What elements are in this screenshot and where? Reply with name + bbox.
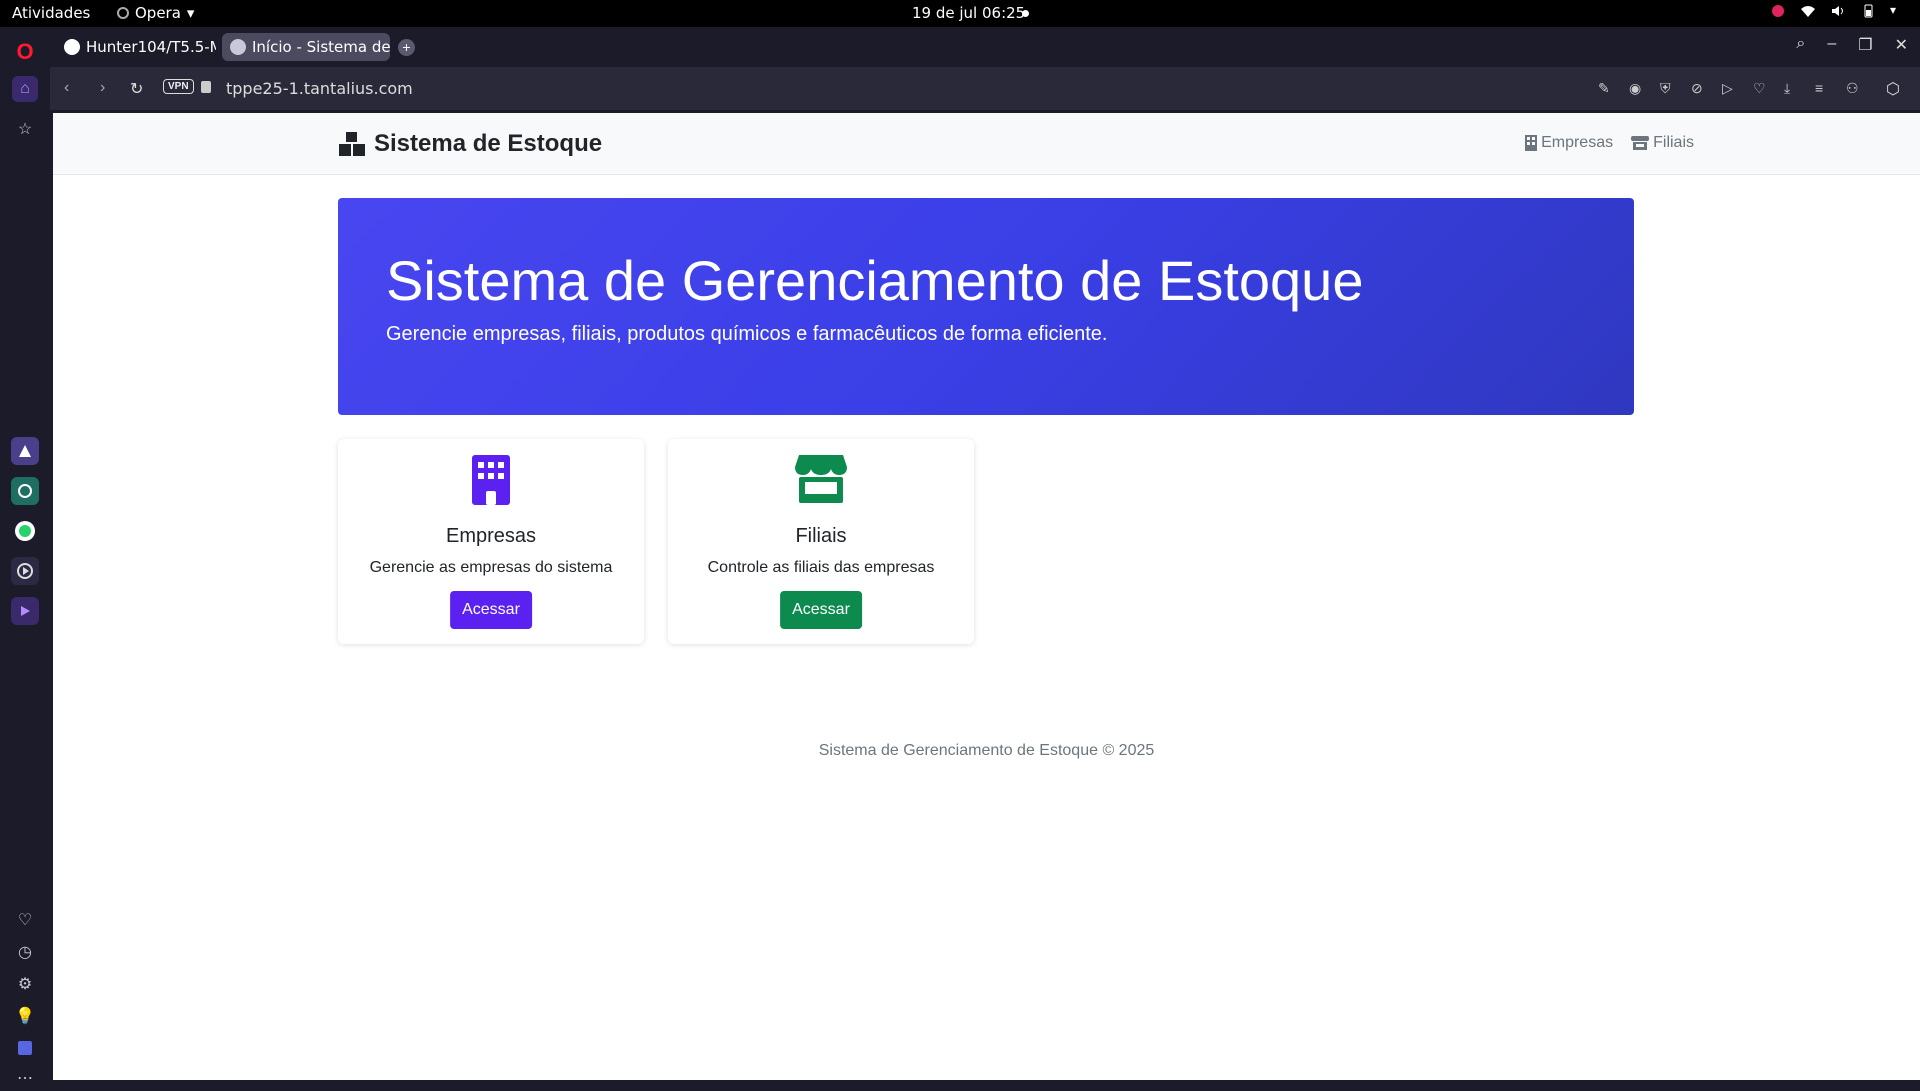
clock[interactable]: 19 de jul 06:25 bbox=[912, 4, 1025, 22]
more-icon[interactable]: ⋯ bbox=[12, 1065, 38, 1091]
menu-icon[interactable]: ≡ bbox=[1815, 80, 1829, 96]
store-icon bbox=[1631, 136, 1650, 150]
history-icon[interactable]: ◷ bbox=[12, 939, 38, 965]
tab-strip: Hunter104/T5.5-M_ Início - Sistema de E … bbox=[50, 27, 1920, 67]
nav-empresas[interactable]: Empresas bbox=[1525, 134, 1613, 152]
app-menu[interactable]: Opera ▾ bbox=[117, 4, 194, 22]
url-field[interactable]: tppe25-1.tantalius.com bbox=[226, 79, 413, 98]
brand-link[interactable]: Sistema de Estoque bbox=[338, 130, 602, 158]
translate-icon[interactable] bbox=[12, 1035, 38, 1061]
tab-label: Início - Sistema de E bbox=[252, 38, 390, 56]
globe-icon bbox=[230, 39, 246, 55]
lightbulb-icon[interactable]: 💡 bbox=[12, 1003, 38, 1029]
activities-button[interactable]: Atividades bbox=[12, 4, 90, 22]
heart-icon[interactable]: ♡ bbox=[1753, 80, 1767, 96]
minimize-icon[interactable]: – bbox=[1827, 35, 1836, 55]
system-tray[interactable]: ▾ bbox=[1770, 3, 1906, 19]
card-description: Controle as filiais das empresas bbox=[707, 559, 935, 576]
aria-icon[interactable] bbox=[11, 437, 39, 465]
close-icon[interactable]: ✕ bbox=[1895, 35, 1908, 55]
app-menu-label: Opera bbox=[135, 4, 181, 22]
hero-banner: Sistema de Gerenciamento de Estoque Gere… bbox=[338, 198, 1634, 415]
hero-subtitle: Gerencie empresas, filiais, produtos quí… bbox=[386, 323, 1108, 345]
building-icon bbox=[1525, 135, 1538, 151]
color-picker-icon[interactable] bbox=[1770, 3, 1786, 19]
opera-sidebar: O ⌂ ☆ ♡ ◷ ⚙ 💡 ⋯ bbox=[0, 27, 50, 1087]
wifi-icon[interactable] bbox=[1800, 3, 1816, 19]
shield-icon[interactable]: ⛨ bbox=[1660, 80, 1674, 96]
volume-icon[interactable] bbox=[1830, 3, 1846, 19]
restore-icon[interactable]: ❐ bbox=[1858, 35, 1872, 55]
acessar-filiais-button[interactable]: Acessar bbox=[780, 591, 862, 629]
chevron-down-icon: ▾ bbox=[186, 4, 195, 22]
home-icon[interactable]: ⌂ bbox=[12, 76, 38, 102]
building-icon bbox=[472, 455, 510, 505]
heart-icon[interactable]: ♡ bbox=[12, 907, 38, 933]
extensions-icon[interactable]: ⬡ bbox=[1886, 79, 1900, 99]
tab-github[interactable]: Hunter104/T5.5-M_ bbox=[56, 33, 216, 61]
site-navbar: Sistema de Estoque Empresas Filiais bbox=[53, 113, 1920, 175]
nav-label: Empresas bbox=[1541, 134, 1614, 151]
card-title: Filiais bbox=[795, 525, 847, 547]
player-icon[interactable] bbox=[11, 597, 39, 625]
download-icon[interactable]: ⤓ bbox=[1784, 80, 1798, 96]
opera-logo-icon[interactable]: O bbox=[12, 39, 38, 65]
footer-text: Sistema de Gerenciamento de Estoque © 20… bbox=[818, 742, 1155, 759]
star-icon[interactable]: ☆ bbox=[12, 116, 38, 142]
address-bar-tools: ✎ ◉ ⛨ ⊘ ▷ ♡ ⤓ ≡ ⚇ bbox=[1598, 80, 1860, 96]
hero-title: Sistema de Gerenciamento de Estoque bbox=[386, 249, 1364, 312]
github-icon bbox=[64, 39, 80, 55]
send-icon[interactable]: ▷ bbox=[1722, 80, 1736, 96]
nav-filiais[interactable]: Filiais bbox=[1631, 134, 1694, 152]
whatsapp-icon[interactable] bbox=[11, 517, 39, 545]
battery-icon[interactable] bbox=[1860, 3, 1876, 19]
new-tab-button[interactable]: + bbox=[398, 39, 415, 56]
vpn-badge[interactable]: VPN bbox=[163, 79, 194, 94]
address-bar: ‹ › ↻ VPN tppe25-1.tantalius.com ✎ ◉ ⛨ ⊘… bbox=[50, 67, 1920, 110]
notification-dot bbox=[1022, 10, 1029, 17]
nav-label: Filiais bbox=[1653, 134, 1694, 151]
card-title: Empresas bbox=[445, 525, 537, 547]
opera-window: O ⌂ ☆ ♡ ◷ ⚙ 💡 ⋯ Hunter104/T5.5-M_ Início… bbox=[0, 27, 1920, 1087]
card-filiais: Filiais Controle as filiais das empresas… bbox=[668, 439, 974, 644]
page-viewport: Sistema de Estoque Empresas Filiais Sist… bbox=[53, 113, 1920, 1080]
site-nav-links: Empresas Filiais bbox=[1525, 134, 1694, 152]
profile-icon[interactable]: ⚇ bbox=[1846, 80, 1860, 96]
system-top-bar: Atividades Opera ▾ 19 de jul 06:25 ▾ bbox=[0, 0, 1920, 27]
card-description: Gerencie as empresas do sistema bbox=[369, 559, 613, 576]
store-icon bbox=[795, 455, 847, 503]
tracker-icon[interactable]: ⊘ bbox=[1691, 80, 1705, 96]
edit-icon[interactable]: ✎ bbox=[1598, 80, 1612, 96]
card-empresas: Empresas Gerencie as empresas do sistema… bbox=[338, 439, 644, 644]
chevron-down-icon[interactable]: ▾ bbox=[1890, 3, 1906, 19]
reload-icon[interactable]: ↻ bbox=[130, 79, 143, 99]
tab-label: Hunter104/T5.5-M_ bbox=[86, 38, 216, 56]
boxes-icon bbox=[339, 132, 365, 156]
chatgpt-icon[interactable] bbox=[11, 477, 39, 505]
gear-icon[interactable]: ⚙ bbox=[12, 971, 38, 997]
tab-inicio[interactable]: Início - Sistema de E bbox=[222, 33, 390, 61]
opera-app-icon bbox=[117, 7, 129, 19]
window-controls: ⌕ – ❐ ✕ bbox=[1796, 35, 1908, 55]
acessar-empresas-button[interactable]: Acessar bbox=[450, 591, 532, 629]
back-icon[interactable]: ‹ bbox=[64, 79, 69, 97]
forward-icon[interactable]: › bbox=[100, 79, 105, 97]
search-tabs-icon[interactable]: ⌕ bbox=[1796, 35, 1805, 55]
brand-text: Sistema de Estoque bbox=[374, 130, 603, 157]
lock-icon[interactable] bbox=[201, 81, 211, 93]
camera-icon[interactable]: ◉ bbox=[1629, 80, 1643, 96]
music-player-icon[interactable] bbox=[11, 557, 39, 585]
